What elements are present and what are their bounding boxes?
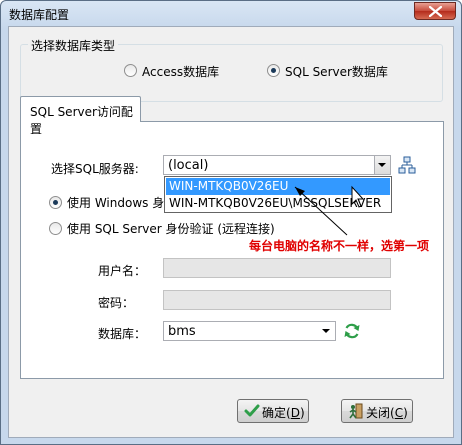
dialog-window: 数据库配置 选择数据库类型 Access数据库 SQL Server数据库 SQ… — [0, 0, 462, 445]
annotation-arrow — [294, 185, 365, 236]
